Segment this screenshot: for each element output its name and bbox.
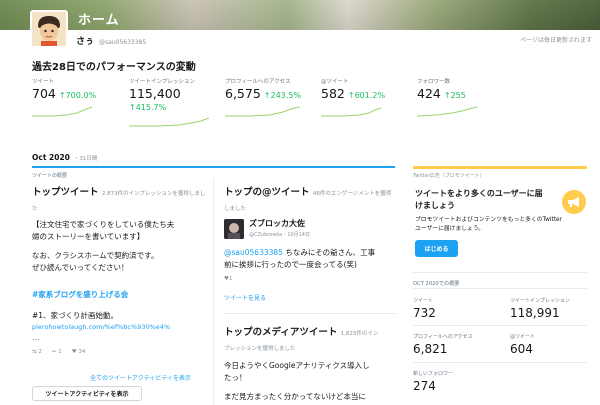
author-avatar-icon bbox=[224, 219, 244, 239]
user-identity: さぅ @sau05633385 bbox=[76, 34, 147, 47]
metric-change: ↑243.5% bbox=[263, 91, 302, 100]
summary-divider bbox=[413, 288, 587, 289]
summary-profile-visits: プロフィールへのアクセス 6,821 bbox=[413, 333, 473, 356]
retweet-icon: ⇆ bbox=[32, 349, 37, 355]
performance-title: 過去28日でのパフォーマンスの変動 bbox=[32, 62, 196, 73]
metric-label: @ツイート bbox=[321, 79, 349, 85]
view-activity-button[interactable]: ツイートアクティビティを表示 bbox=[32, 386, 142, 401]
top-mention-text: @sau05633385 ちなみにその爺さん、工事 前に挨拶に行ったので一度会っ… bbox=[224, 248, 376, 269]
metric-tweets: ツイート 704 ↑700.0% bbox=[32, 77, 97, 117]
like-count: ♥1 bbox=[224, 276, 233, 282]
user-name: さぅ bbox=[76, 37, 95, 47]
metric-followers: フォロワー数 424 ↑255 bbox=[417, 77, 477, 117]
summary-value: 118,991 bbox=[510, 306, 560, 320]
summary-label: プロフィールへのアクセス bbox=[413, 334, 473, 340]
top-media-heading: トップのメディアツイート 1,823件のイン プレッションを獲得しました bbox=[224, 327, 379, 352]
metric-profile-visits: プロフィールへのアクセス 6,575 ↑243.5% bbox=[225, 77, 302, 117]
banner-title: ホーム bbox=[78, 13, 120, 28]
metric-change: ↑700.0% bbox=[58, 91, 97, 100]
top-tweet-text: 【注文住宅で家づくりをしている僕たち夫 婦のストーリーを書いています】 なお、ク… bbox=[32, 220, 175, 272]
metric-sparkline bbox=[417, 106, 477, 117]
metric-value: 704 bbox=[32, 86, 56, 101]
update-note: ページは毎日更新されます bbox=[520, 37, 592, 44]
card-divider bbox=[224, 313, 396, 314]
month-title: Oct 2020 bbox=[32, 153, 70, 162]
metric-value: 582 bbox=[321, 86, 345, 101]
metric-value: 115,400 bbox=[129, 86, 181, 101]
reply-count: ↩ 1 bbox=[51, 349, 62, 355]
metric-change: ↑601.2% bbox=[347, 91, 386, 100]
megaphone-icon bbox=[562, 190, 586, 214]
summary-label: ツイートインプレッション bbox=[510, 298, 570, 304]
metric-value: 424 bbox=[417, 86, 441, 101]
all-activity-link[interactable]: 全てのツイートアクティビティを表示 bbox=[90, 373, 191, 382]
metric-change: ↑415.7% bbox=[129, 103, 167, 112]
promo-description: プロモツイートおよびコンテンツをもっと多くのTwitterユーザーに届けましょう… bbox=[415, 217, 562, 232]
profile-banner: ホーム bbox=[0, 0, 600, 30]
summary-mentions: @ツイート 604 bbox=[510, 333, 535, 356]
megaphone-glyph-icon bbox=[568, 197, 579, 207]
heart-icon: ♥ bbox=[71, 349, 77, 355]
month-divider bbox=[32, 166, 395, 168]
author-name[interactable]: ズブロッカ大佐 bbox=[249, 218, 305, 229]
avatar[interactable] bbox=[30, 10, 68, 48]
like-count: ♥ 34 bbox=[71, 349, 86, 355]
month-subtitle: ツイートの概要 bbox=[32, 173, 68, 179]
view-tweet-link[interactable]: ツイートを見る bbox=[224, 293, 266, 302]
promo-title: ツイートをより多くのユーザーに届けましょう bbox=[415, 189, 543, 210]
get-started-button[interactable]: はじめる bbox=[415, 240, 458, 257]
summary-label: 新しいフォロワー bbox=[413, 371, 454, 377]
top-tweet-url[interactable]: pierohowtolaugh.com/%ef%bc%930%e4% bbox=[32, 323, 170, 331]
top-tweet-hashtag[interactable]: #家系ブログを盛り上げる会 bbox=[32, 289, 128, 300]
metric-change: ↑255 bbox=[443, 91, 466, 100]
retweet-count: ⇆ 2 bbox=[32, 349, 42, 355]
summary-value: 6,821 bbox=[413, 342, 448, 356]
metric-sparkline bbox=[225, 106, 300, 117]
promo-divider bbox=[413, 166, 587, 169]
column-divider bbox=[213, 178, 214, 405]
top-tweet-line2: #1、家づくり計画始動。 bbox=[32, 311, 119, 320]
top-mention-heading: トップの@ツイート 48件のエンゲージメントを獲得しました bbox=[224, 187, 392, 212]
avatar-illustration-icon bbox=[32, 12, 66, 46]
user-handle: @sau05633385 bbox=[99, 39, 147, 46]
summary-value: 732 bbox=[413, 306, 436, 320]
reply-icon: ↩ bbox=[51, 349, 57, 355]
summary-divider bbox=[413, 362, 587, 363]
metric-label: ツイートインプレッション bbox=[129, 79, 195, 85]
summary-label: @ツイート bbox=[510, 334, 536, 340]
summary-impressions: ツイートインプレッション 118,991 bbox=[510, 297, 570, 320]
mention-link[interactable]: @sau05633385 bbox=[224, 248, 283, 257]
summary-divider bbox=[413, 272, 587, 273]
metric-sparkline bbox=[129, 117, 209, 127]
summary-divider bbox=[413, 325, 587, 326]
metric-sparkline bbox=[32, 106, 92, 117]
metric-sparkline bbox=[321, 107, 381, 117]
author-handle-date: @CZubrowka・10月14日 bbox=[249, 232, 310, 238]
top-mention-stats: ♥1 bbox=[224, 276, 232, 282]
promo-header: Twitter広告（プロモツイート） bbox=[413, 173, 485, 179]
top-media-text: 今日ようやくGoogleアナリティクス導入し たっ！ まだ見方まったく分かってな… bbox=[224, 361, 370, 401]
metric-label: フォロワー数 bbox=[417, 79, 451, 85]
top-tweet-heading: トップツイート 2,873件のインプレッションを獲得しました bbox=[32, 187, 206, 212]
author-avatar[interactable] bbox=[224, 219, 244, 239]
month-days: ・31日間 bbox=[73, 156, 98, 162]
metric-mentions: @ツイート 582 ↑601.2% bbox=[321, 77, 386, 117]
metric-label: プロフィールへのアクセス bbox=[225, 79, 291, 85]
summary-new-followers: 新しいフォロワー 274 bbox=[413, 370, 453, 393]
summary-value: 604 bbox=[510, 342, 533, 356]
summary-value: 274 bbox=[413, 379, 436, 393]
metric-label: ツイート bbox=[32, 79, 55, 85]
summary-tweets: ツイート 732 bbox=[413, 297, 436, 320]
month-header: Oct 2020 ・31日間 bbox=[32, 153, 97, 162]
top-tweet-stats: ⇆ 2 ↩ 1 ♥ 34 bbox=[32, 349, 85, 355]
metric-impressions: ツイートインプレッション 115,400 ↑415.7% bbox=[129, 77, 209, 127]
summary-label: ツイート bbox=[413, 298, 434, 304]
summary-header: OCT 2020での概要 bbox=[413, 281, 460, 287]
metric-value: 6,575 bbox=[225, 86, 261, 101]
top-tweet-ellipsis: … bbox=[32, 333, 40, 342]
